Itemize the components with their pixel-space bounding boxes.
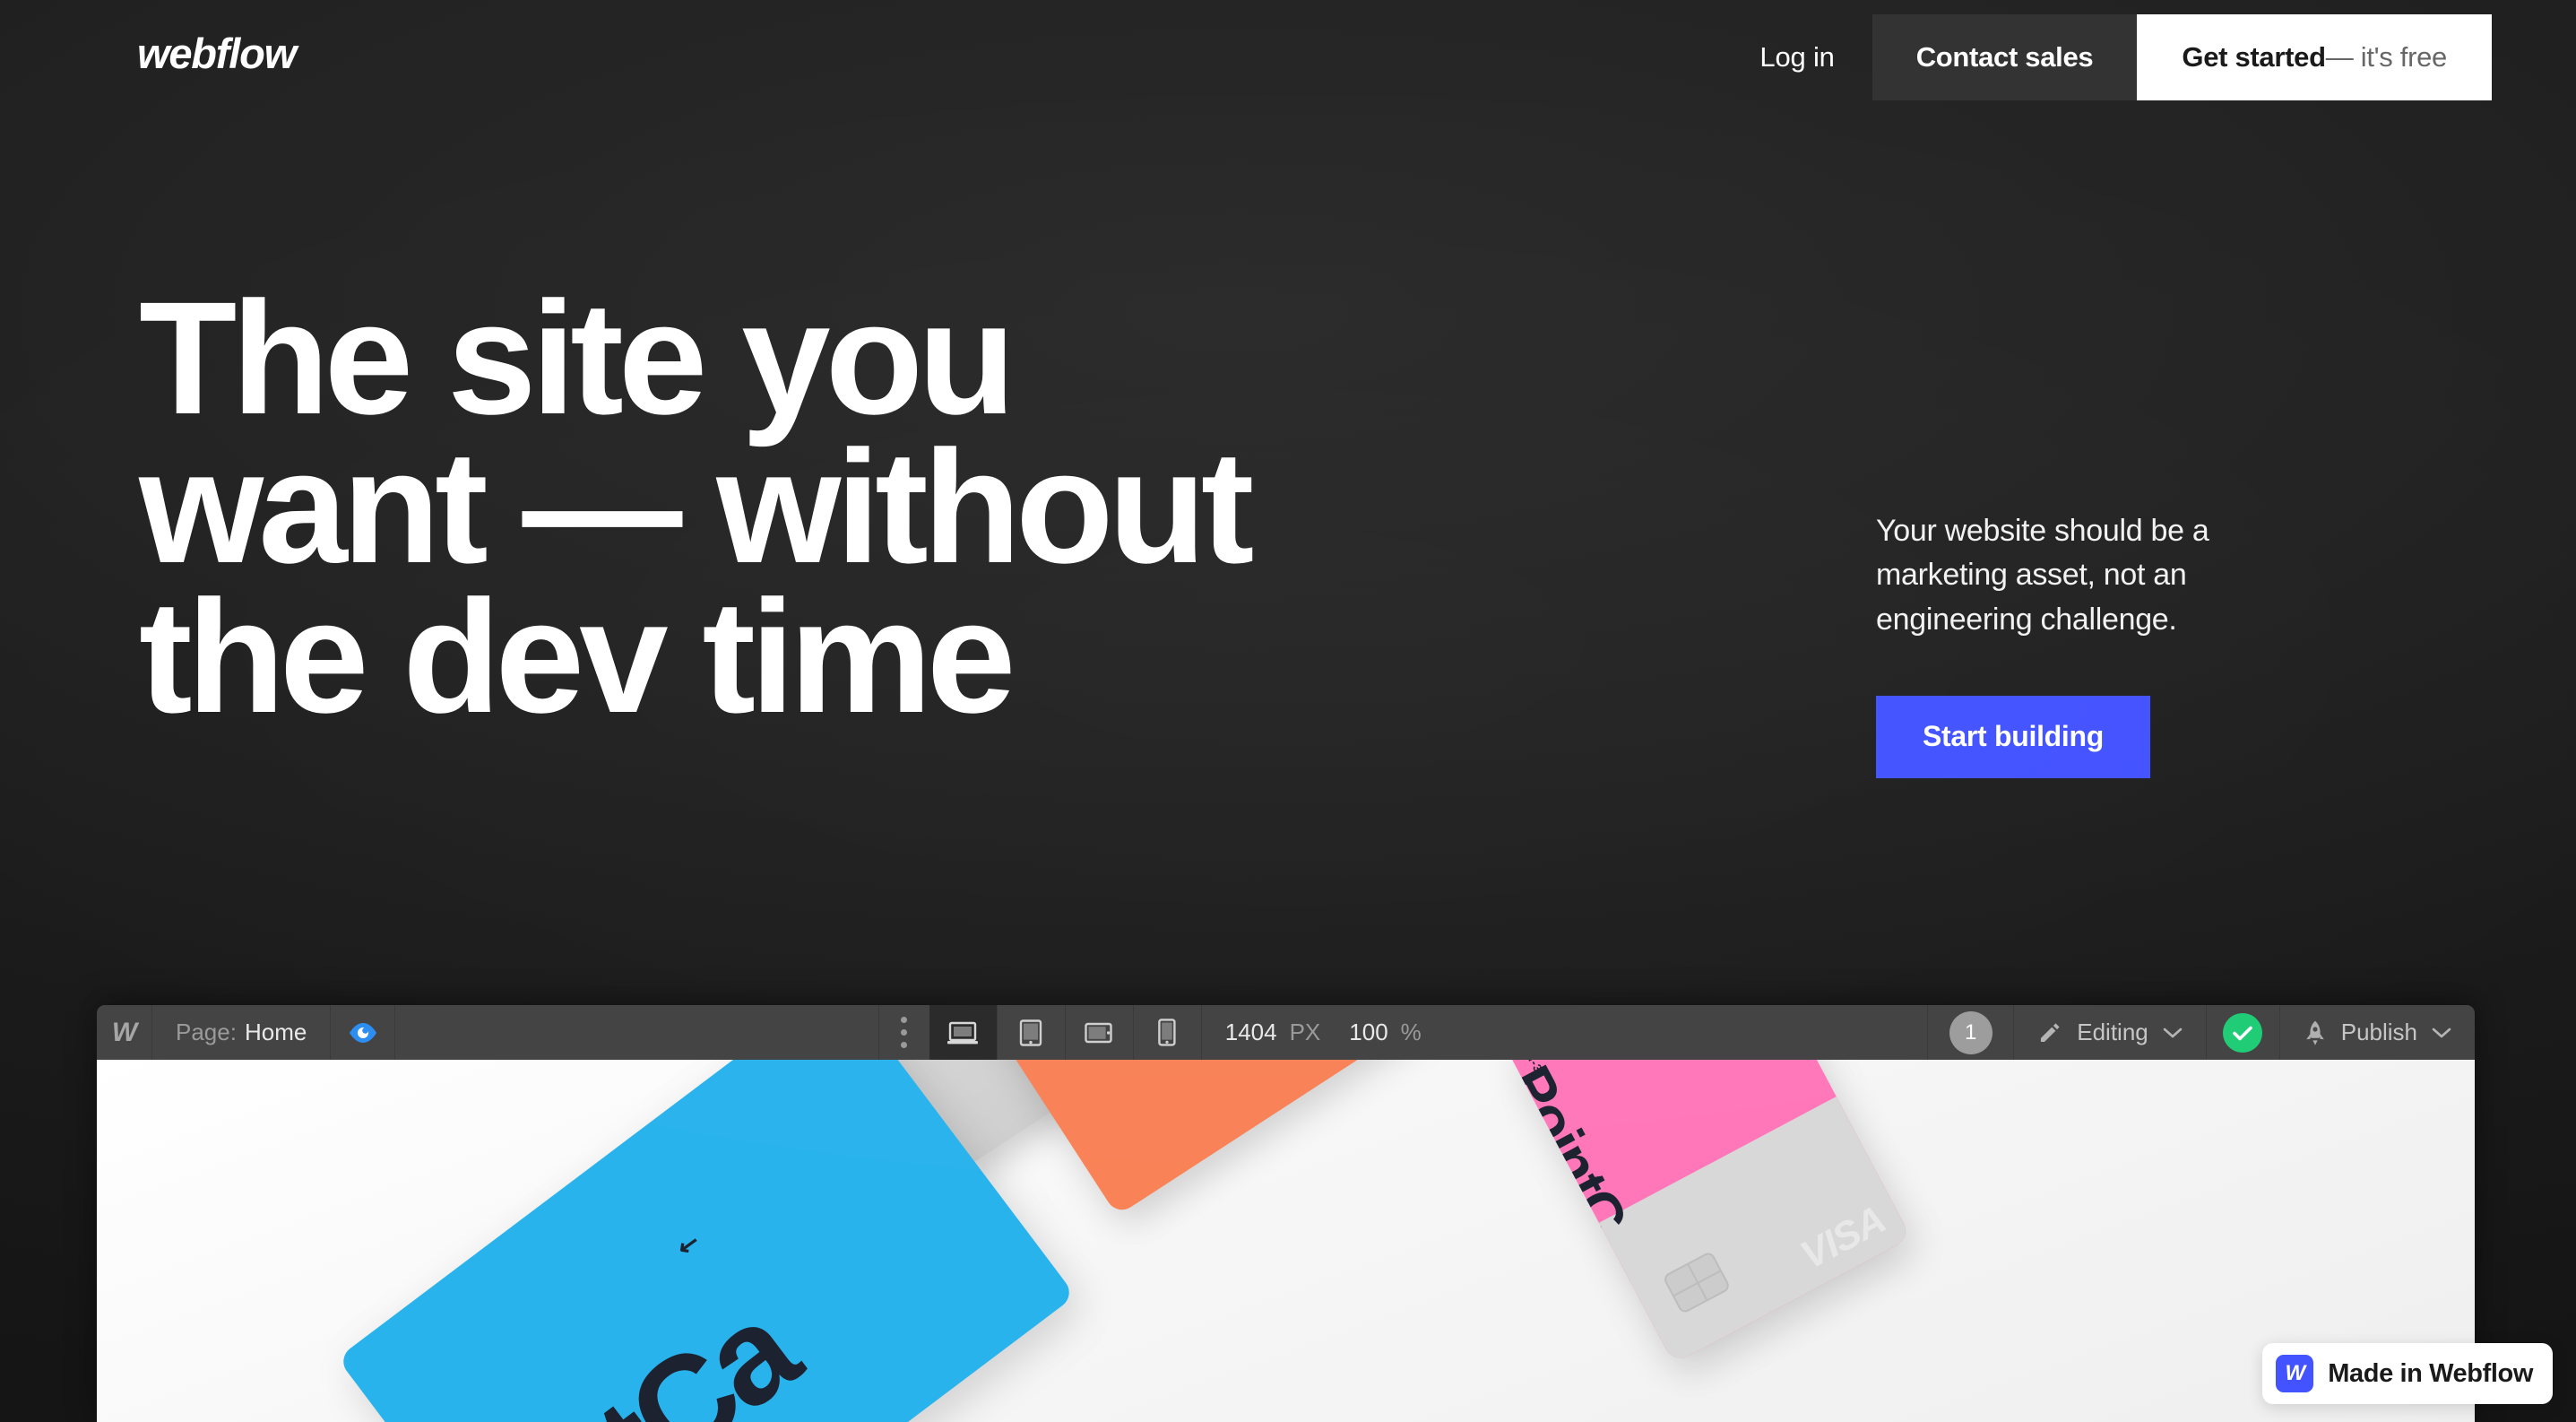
webflow-badge-icon: W [2276,1355,2314,1392]
webflow-designer-window: W Page: Home 1404 PX 100 % 1 Editing Pub… [97,1005,2475,1422]
mobile-icon [1158,1019,1176,1046]
chevron-down-icon [2163,1027,2183,1039]
webflow-landing-page: webflow Log in Contact sales Get started… [0,0,2576,1422]
canvas-size-control[interactable]: 1404 PX 100 % [1202,1005,1445,1060]
tablet-icon [1019,1019,1042,1046]
webflow-logo[interactable]: webflow [137,32,297,74]
designer-home-button[interactable]: W [97,1005,152,1060]
page-selector-label: Page: [176,1019,237,1045]
page-selector-value: Home [244,1019,307,1045]
canvas-width-unit: PX [1289,1019,1321,1045]
check-circle-icon [2223,1012,2263,1053]
headline-line-2: want — without [139,417,1254,597]
headline-line-3: the dev time [139,566,1016,746]
preview-toggle-button[interactable] [331,1005,396,1060]
zoom-value: 100 [1349,1019,1388,1045]
toolbar-right-spacer [1445,1005,1929,1060]
rocket-icon [2304,1019,2327,1046]
card-blue-arrow-glyph: ↙ [676,1228,702,1260]
made-in-webflow-label: Made in Webflow [2328,1358,2533,1388]
card-pink: N-3 PointC VISA [1505,1060,1912,1365]
toolbar-left-spacer [395,1005,879,1060]
avatar: 1 [1949,1010,1993,1054]
designer-canvas[interactable]: VISA PointCa DAW ORANGE HIGH-TENSILE POL… [97,1060,2475,1422]
get-started-label: Get started [2182,41,2326,73]
get-started-sublabel: — it's free [2325,41,2448,73]
save-status-button[interactable] [2207,1005,2280,1060]
tablet-landscape-icon [1085,1021,1113,1045]
headline-line-1: The site you [139,268,1016,447]
editing-mode-label: Editing [2077,1019,2148,1045]
eye-icon [348,1022,378,1044]
breakpoint-tablet-landscape-button[interactable] [1066,1005,1134,1060]
page-selector[interactable]: Page: Home [152,1005,332,1060]
login-link[interactable]: Log in [1722,14,1871,100]
toolbar-more-menu-button[interactable] [879,1005,929,1060]
desktop-icon [947,1020,979,1045]
pencil-icon [2037,1020,2062,1045]
get-started-button[interactable]: Get started — it's free [2137,14,2492,100]
card-blue-brand: ntCa [508,1275,821,1422]
canvas-width-value: 1404 [1224,1019,1277,1045]
card-orange: PointCa DAW ORANGE HIGH-TENSILE POLYMER … [972,1060,1471,1217]
publish-label: Publish [2340,1019,2418,1045]
collaborators-button[interactable]: 1 [1928,1005,2015,1060]
breakpoint-tablet-button[interactable] [998,1005,1066,1060]
site-header: webflow Log in Contact sales Get started… [0,0,2576,115]
kebab-menu-icon [901,1017,908,1048]
start-building-button[interactable]: Start building [1876,695,2150,778]
chevron-down-icon [2432,1027,2451,1039]
hero-side-column: Your website should be a marketing asset… [1876,509,2342,778]
breakpoint-mobile-button[interactable] [1134,1005,1202,1060]
hero-headline: The site you want — without the dev time [139,268,1645,746]
contact-sales-button[interactable]: Contact sales [1871,14,2138,100]
zoom-unit: % [1400,1019,1422,1045]
publish-dropdown-button[interactable]: Publish [2280,1005,2475,1060]
card-pink-brand: PointC [1505,1060,1640,1245]
editing-mode-dropdown[interactable]: Editing [2014,1005,2207,1060]
designer-toolbar: W Page: Home 1404 PX 100 % 1 Editing Pub… [97,1005,2475,1060]
webflow-mark-icon: W [111,1017,137,1047]
hero-subheadline: Your website should be a marketing asset… [1876,514,2209,637]
made-in-webflow-badge[interactable]: W Made in Webflow [2262,1343,2553,1404]
breakpoint-desktop-button[interactable] [929,1005,998,1060]
primary-navigation: Log in Contact sales Get started — it's … [1722,14,2492,100]
